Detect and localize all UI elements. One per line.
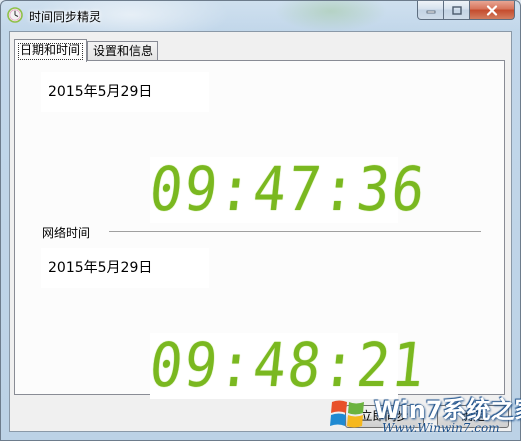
network-time-label: 网络时间 — [42, 226, 91, 240]
local-time-digits: 09:47:36 — [146, 154, 430, 225]
tab-date-time[interactable]: 日期和时间 — [14, 39, 87, 62]
minimize-icon — [426, 10, 435, 14]
focus-rect — [18, 43, 83, 60]
caption-buttons — [417, 1, 515, 21]
tab-label: 设置和信息 — [93, 44, 154, 58]
maximize-icon — [451, 5, 462, 15]
tab-settings-info[interactable]: 设置和信息 — [87, 41, 158, 61]
network-date: 2015年5月29日 — [41, 248, 209, 288]
close-icon — [486, 4, 498, 16]
network-time-display: 09:48:21 — [146, 330, 430, 401]
local-date: 2015年5月29日 — [41, 72, 209, 112]
window-title: 时间同步精灵 — [29, 10, 102, 24]
local-time-display: 09:47:36 — [146, 154, 430, 225]
maximize-button[interactable] — [444, 1, 470, 20]
title-bar[interactable]: 时间同步精灵 — [1, 1, 520, 31]
close-button[interactable] — [470, 1, 515, 20]
section-divider — [109, 231, 481, 232]
date-time-panel: 2015年5月29日 09:47:36 网络时间 2015年5月29日 09:4… — [14, 60, 505, 401]
client-area: 日期和时间 设置和信息 2015年5月29日 09:47:36 网络时间 201… — [9, 31, 512, 432]
sync-now-button[interactable]: 立即同步 — [345, 405, 424, 428]
ok-button[interactable]: 确定 — [437, 405, 509, 428]
minimize-button[interactable] — [417, 1, 444, 20]
network-time-digits: 09:48:21 — [146, 330, 430, 401]
clock-icon — [7, 7, 23, 23]
app-window: 时间同步精灵 日期和时间 设置和信息 2015年5月29日 09:47:36 网… — [0, 0, 521, 441]
